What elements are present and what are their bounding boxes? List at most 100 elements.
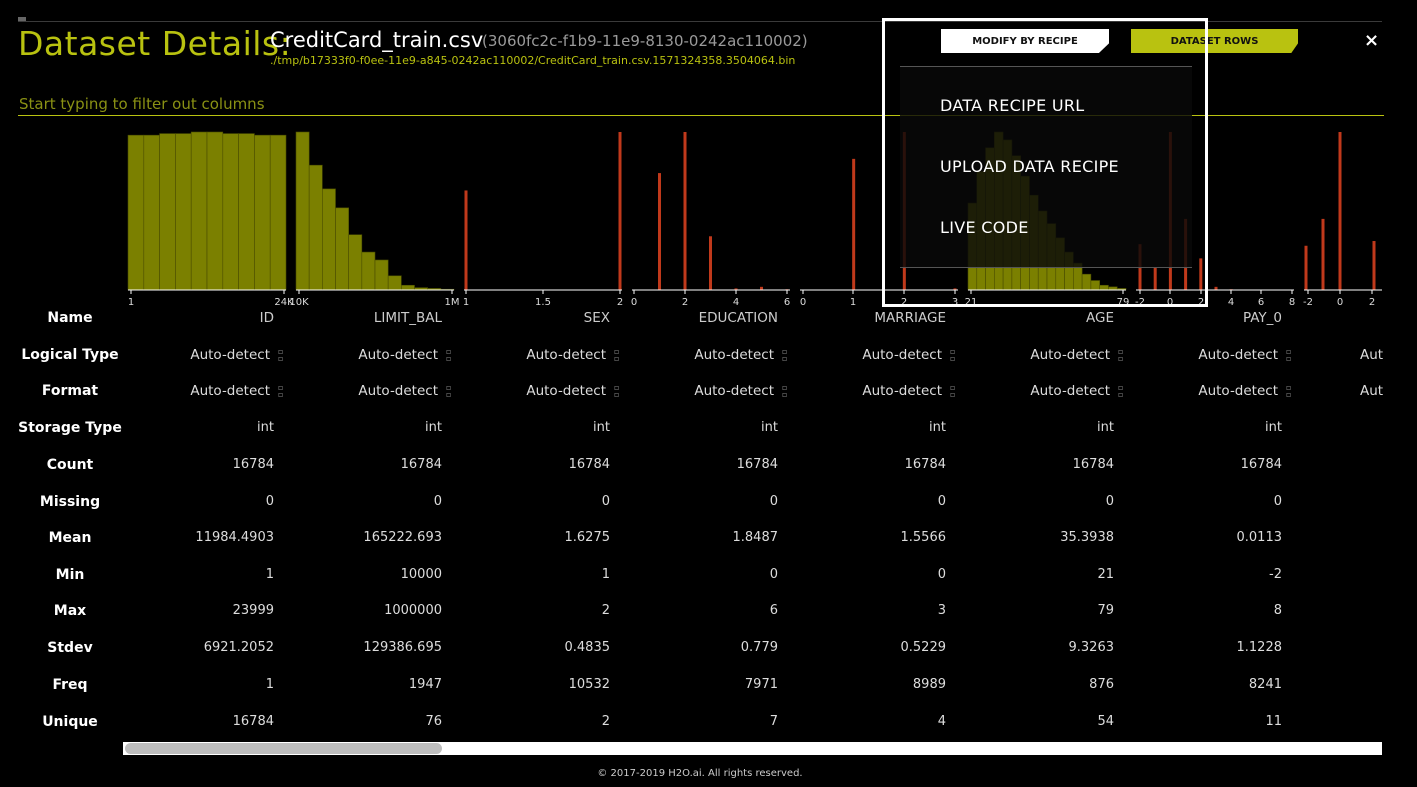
stat-min-value: 21: [1097, 567, 1114, 582]
logical-type-select[interactable]: Auto-detect ▫ ▫: [964, 347, 1123, 363]
row-label-missing: Missing: [39, 494, 101, 510]
dropdown-icon: ▫ ▫: [446, 383, 452, 399]
stat-max-value: 8: [1273, 603, 1282, 618]
logical-type-select[interactable]: Auto-detect ▫ ▫: [460, 347, 619, 363]
stat-unique-value: 54: [1097, 714, 1114, 729]
format-select[interactable]: Auto-detect ▫ ▫: [1132, 383, 1291, 399]
education-hist-bar: [683, 132, 687, 290]
stat-missing-value: 0: [601, 494, 610, 509]
logical-type-select[interactable]: Auto-detect ▫ ▫: [628, 347, 787, 363]
limit-bal-hist-bar: [401, 284, 415, 291]
format-select[interactable]: Auto-detect ▫ ▫: [796, 383, 955, 399]
stat-count-value: 16784: [232, 457, 274, 472]
next-column-hist-bar: [1372, 241, 1376, 290]
id-hist-bar: [222, 133, 239, 291]
logical-type-select[interactable]: Auto-detect ▫ ▫: [796, 347, 955, 363]
stat-min-value: 0: [937, 567, 946, 582]
format-select[interactable]: Auto-detect ▫ ▫: [964, 383, 1123, 399]
stat-unique-value: 7: [769, 714, 778, 729]
horizontal-scrollbar[interactable]: [123, 742, 1382, 755]
format-select[interactable]: Auto-detect ▫ ▫: [628, 383, 787, 399]
sex-hist-bar: [464, 190, 468, 290]
stat-unique-value: 4: [937, 714, 946, 729]
select-value: Auto-detect: [862, 383, 942, 399]
stat-min-value: 1: [601, 567, 610, 582]
dropdown-icon: ▫ ▫: [950, 347, 956, 363]
column-name: MARRIAGE: [874, 310, 946, 326]
dataset-file-name: CreditCard_train.csv: [270, 28, 484, 52]
dropdown-icon: ▫ ▫: [614, 347, 620, 363]
stat-mean-value: 165222.693: [363, 530, 442, 545]
id-hist-bar: [143, 134, 160, 291]
stat-stdev-value: 1.1228: [1236, 640, 1283, 655]
next-column-format[interactable]: Aut: [1360, 383, 1383, 399]
id-hist-bar: [190, 131, 208, 291]
select-value: Auto-detect: [694, 383, 774, 399]
row-label-freq: Freq: [52, 677, 88, 693]
x-tick-label: -2: [1303, 297, 1313, 308]
stat-max-value: 1000000: [384, 603, 442, 618]
limit-bal-hist-bar: [308, 164, 323, 291]
format-select[interactable]: Auto-detect ▫ ▫: [124, 383, 283, 399]
next-column-hist-bar: [1304, 245, 1308, 290]
limit-bal-hist-bar: [335, 207, 349, 291]
stat-stdev-value: 9.3263: [1068, 640, 1115, 655]
stat-mean-value: 35.3938: [1060, 530, 1114, 545]
stat-unique-value: 76: [425, 714, 442, 729]
row-label-unique: Unique: [42, 714, 98, 730]
education-hist-bar: [709, 236, 712, 290]
column-name: ID: [259, 310, 274, 326]
dropdown-icon: ▫ ▫: [278, 383, 284, 399]
stat-storage-type-value: int: [257, 420, 274, 435]
stat-count-value: 16784: [1240, 457, 1282, 472]
row-label-stdev: Stdev: [47, 640, 93, 656]
stat-mean-value: 1.6275: [564, 530, 611, 545]
stat-min-value: 1: [265, 567, 274, 582]
x-tick-label: 0: [800, 297, 806, 308]
stat-stdev-value: 6921.2052: [203, 640, 274, 655]
stat-missing-value: 0: [769, 494, 778, 509]
close-icon[interactable]: ×: [1364, 30, 1379, 51]
logical-type-select[interactable]: Auto-detect ▫ ▫: [124, 347, 283, 363]
select-value: Auto-detect: [358, 347, 438, 363]
x-tick-label: 2: [617, 297, 623, 308]
stat-unique-value: 16784: [232, 714, 274, 729]
x-tick-label: 4: [1228, 297, 1234, 308]
row-label-max: Max: [53, 603, 87, 619]
x-tick-label: 2: [682, 297, 688, 308]
stat-stdev-value: 0.4835: [564, 640, 611, 655]
stat-mean-value: 0.0113: [1236, 530, 1283, 545]
format-select[interactable]: Auto-detect ▫ ▫: [292, 383, 451, 399]
next-column-logical-type[interactable]: Aut: [1360, 347, 1383, 363]
select-value: Auto-detect: [1198, 383, 1278, 399]
stat-freq-value: 1947: [408, 677, 442, 692]
dropdown-icon: ▫ ▫: [446, 347, 452, 363]
stat-stdev-value: 0.779: [740, 640, 778, 655]
x-tick-label: 1: [850, 297, 856, 308]
stat-storage-type-value: int: [929, 420, 946, 435]
stat-missing-value: 0: [937, 494, 946, 509]
menu-item-upload-data-recipe[interactable]: UPLOAD DATA RECIPE: [940, 157, 1119, 176]
x-tick-label: 1M: [445, 297, 460, 308]
x-tick-label: 6: [1258, 297, 1264, 308]
select-value: Auto-detect: [1030, 347, 1110, 363]
dropdown-icon: ▫ ▫: [614, 383, 620, 399]
menu-item-live-code[interactable]: LIVE CODE: [940, 218, 1029, 237]
dropdown-icon: ▫ ▫: [782, 347, 788, 363]
dropdown-icon: ▫ ▫: [950, 383, 956, 399]
stat-min-value: 10000: [400, 567, 442, 582]
stat-min-value: -2: [1269, 567, 1282, 582]
x-tick-label: 1.5: [535, 297, 551, 308]
logical-type-select[interactable]: Auto-detect ▫ ▫: [292, 347, 451, 363]
stat-missing-value: 0: [265, 494, 274, 509]
id-hist-bar: [175, 133, 192, 291]
logical-type-select[interactable]: Auto-detect ▫ ▫: [1132, 347, 1291, 363]
stat-max-value: 79: [1097, 603, 1114, 618]
id-hist-bar: [127, 134, 145, 291]
stat-storage-type-value: int: [761, 420, 778, 435]
marriage-hist-bar: [852, 158, 856, 290]
stat-freq-value: 8989: [912, 677, 946, 692]
format-select[interactable]: Auto-detect ▫ ▫: [460, 383, 619, 399]
scrollbar-thumb[interactable]: [125, 743, 442, 754]
menu-item-data-recipe-url[interactable]: DATA RECIPE URL: [940, 96, 1085, 115]
